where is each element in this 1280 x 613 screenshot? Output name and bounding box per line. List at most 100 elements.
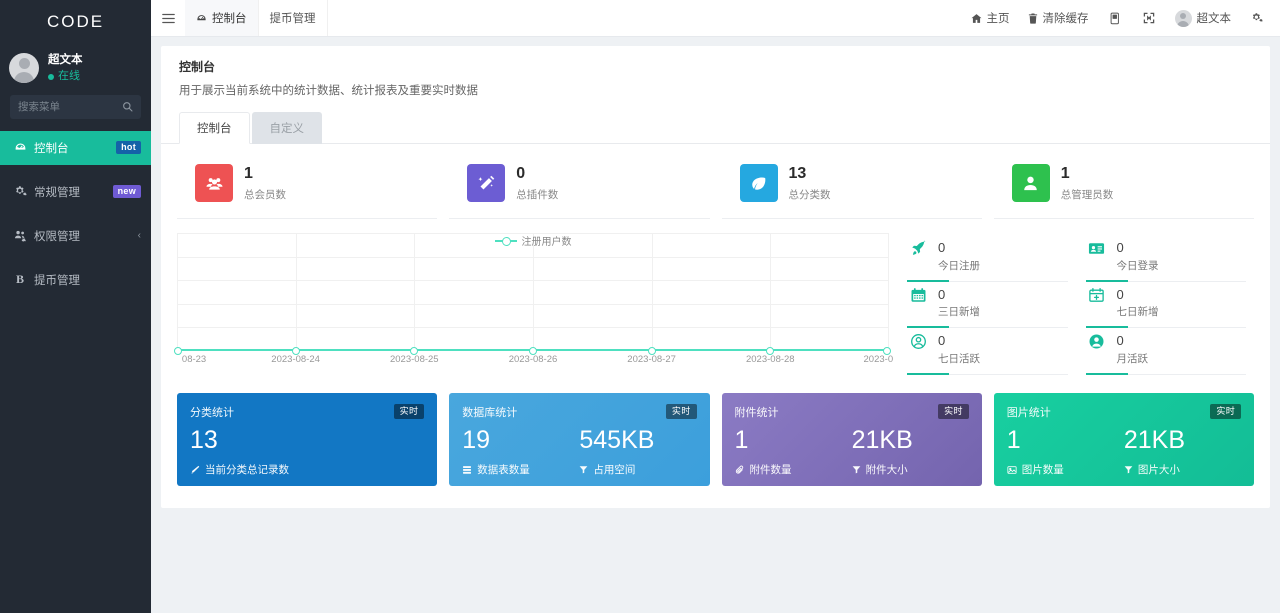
clear-cache-button[interactable]: 清除缓存 <box>1019 0 1098 36</box>
content-area: 控制台 用于展示当前系统中的统计数据、统计报表及重要实时数据 控制台 自定义 <box>151 37 1280 613</box>
stat-card-categories: 13 总分类数 <box>722 158 982 219</box>
gears-icon <box>13 185 27 198</box>
sidebar-user-profile[interactable]: 超文本 在线 <box>0 44 151 95</box>
settings-button[interactable] <box>1240 0 1274 36</box>
theme-button[interactable] <box>1098 0 1132 36</box>
chart-x-axis: 08-23 2023-08-24 2023-08-25 2023-08-26 2… <box>177 354 889 370</box>
tab-custom[interactable]: 自定义 <box>252 112 323 144</box>
user-status-label: 在线 <box>58 69 80 85</box>
home-button[interactable]: 主页 <box>962 0 1019 36</box>
topbar: 控制台 提币管理 主页 <box>151 0 1280 37</box>
x-tick-label: 2023-08-28 <box>746 354 795 365</box>
card-metric-value: 21KB <box>852 427 969 453</box>
topbar-actions: 主页 清除缓存 <box>962 0 1275 36</box>
hamburger-icon[interactable] <box>151 0 185 36</box>
avatar <box>9 53 39 83</box>
sidebar-item-general-management[interactable]: 常规管理 new <box>0 175 151 209</box>
card-image-stats: 图片统计 实时 1 图片数量 <box>994 393 1254 486</box>
fullscreen-icon <box>1143 12 1155 24</box>
chart-gridlines <box>177 233 889 351</box>
fullscreen-button[interactable] <box>1132 0 1166 36</box>
stat-label: 总插件数 <box>516 187 558 202</box>
card-metric-label: 当前分类总记录数 <box>205 462 289 477</box>
x-tick-label: 2023-08-27 <box>627 354 676 365</box>
mini-stat-today-login: 0 今日登录 <box>1082 235 1261 282</box>
tab-dashboard[interactable]: 控制台 <box>185 0 259 36</box>
mini-stat-value: 0 <box>1117 240 1159 256</box>
content-tabs: 控制台 自定义 <box>161 98 1270 144</box>
mid-section: 注册用户数 08-23 <box>161 219 1270 375</box>
card-metric-label: 图片大小 <box>1138 462 1180 477</box>
mini-stats: 0 今日注册 <box>889 225 1260 375</box>
user-circle-outline-icon <box>907 333 929 350</box>
x-tick-label: 2023-08-26 <box>509 354 558 365</box>
x-tick-label: 2023-08-24 <box>271 354 320 365</box>
tab-label: 提币管理 <box>270 10 316 26</box>
mini-stat-monthly-active: 0 月活跃 <box>1082 328 1261 375</box>
card-attachment-stats: 附件统计 实时 1 附件数量 <box>722 393 982 486</box>
card-metric-value: 21KB <box>1124 427 1241 453</box>
sidebar-item-dashboard[interactable]: 控制台 hot <box>0 131 151 165</box>
card-database-stats: 数据库统计 实时 19 数据表数量 <box>449 393 709 486</box>
sidebar-item-permission-management[interactable]: 权限管理 ‹ <box>0 219 151 253</box>
id-card-icon <box>1086 240 1108 257</box>
calendar-icon <box>907 287 929 304</box>
stat-card-members: 1 总会员数 <box>177 158 437 219</box>
registration-chart: 注册用户数 08-23 <box>171 225 889 375</box>
users-cog-icon <box>13 229 27 242</box>
topbar-user-name: 超文本 <box>1197 10 1232 26</box>
user-circle-filled-icon <box>1086 333 1108 350</box>
sidebar-item-withdraw-management[interactable]: B 提币管理 <box>0 263 151 297</box>
tab-label: 控制台 <box>212 10 247 26</box>
x-tick-label: 2023-08-25 <box>390 354 439 365</box>
card-metric-label: 附件大小 <box>866 462 908 477</box>
page-subtitle: 用于展示当前系统中的统计数据、统计报表及重要实时数据 <box>179 82 1252 98</box>
main-area: 控制台 提币管理 主页 <box>151 0 1280 613</box>
card-title: 图片统计 <box>1007 404 1051 420</box>
card-category-stats: 分类统计 实时 13 当前分类总记录数 <box>177 393 437 486</box>
filter-icon <box>1124 465 1133 474</box>
user-name: 超文本 <box>48 52 83 69</box>
card-metric-label: 图片数量 <box>1022 462 1064 477</box>
tab-console[interactable]: 控制台 <box>179 112 250 144</box>
calendar-plus-icon <box>1086 287 1108 304</box>
stat-value: 0 <box>516 164 558 184</box>
mini-stat-seven-day-active: 0 七日活跃 <box>903 328 1082 375</box>
sidebar-item-label: 权限管理 <box>34 228 131 244</box>
card-title: 附件统计 <box>735 404 779 420</box>
mini-stat-value: 0 <box>1117 287 1159 303</box>
sidebar-badge-new: new <box>113 185 141 198</box>
mini-stat-seven-day-new: 0 七日新增 <box>1082 282 1261 329</box>
card-metric-value: 1 <box>1007 427 1124 453</box>
tab-withdraw-management[interactable]: 提币管理 <box>259 0 328 36</box>
database-icon <box>462 465 472 475</box>
online-dot-icon <box>48 74 54 80</box>
stat-value: 13 <box>789 164 831 184</box>
pen-icon <box>190 465 200 475</box>
mini-stat-today-register: 0 今日注册 <box>903 235 1082 282</box>
mini-stat-label: 月活跃 <box>1117 351 1149 366</box>
dashboard-icon <box>196 13 207 24</box>
theme-icon <box>1109 12 1121 25</box>
stat-card-admins: 1 总管理员数 <box>994 158 1254 219</box>
mini-stat-value: 0 <box>938 240 980 256</box>
card-title: 数据库统计 <box>462 404 517 420</box>
chart-plot-area: 注册用户数 <box>177 233 889 351</box>
mini-stat-label: 三日新增 <box>938 304 980 319</box>
card-metric-value: 1 <box>735 427 852 453</box>
page-header: 控制台 用于展示当前系统中的统计数据、统计报表及重要实时数据 <box>161 46 1270 98</box>
chevron-left-icon: ‹ <box>138 230 141 241</box>
stat-value: 1 <box>244 164 286 184</box>
avatar <box>1175 10 1192 27</box>
chart-legend[interactable]: 注册用户数 <box>177 233 889 248</box>
sidebar-menu: 控制台 hot 常规管理 new <box>0 131 151 297</box>
x-tick-label: 2023-0 <box>864 354 894 365</box>
sidebar-badge-hot: hot <box>116 141 141 154</box>
rocket-icon <box>907 240 929 257</box>
leaf-icon <box>740 164 778 202</box>
user-menu-button[interactable]: 超文本 <box>1166 0 1241 36</box>
user-icon <box>1012 164 1050 202</box>
sidebar-search[interactable] <box>10 95 141 119</box>
card-metric-label: 数据表数量 <box>477 462 530 477</box>
card-metric-label: 占用空间 <box>593 462 635 477</box>
